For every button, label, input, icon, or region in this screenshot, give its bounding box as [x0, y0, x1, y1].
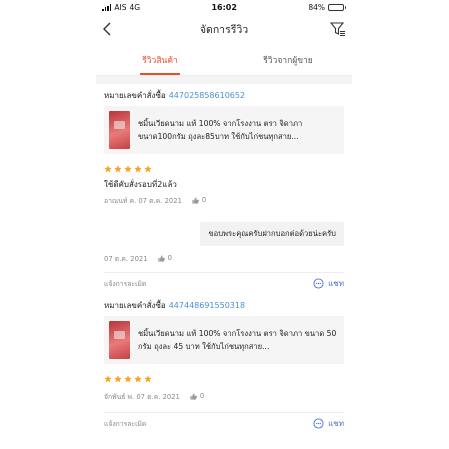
tab-seller-reviews[interactable]: รีวิวจากผู้ขาย [224, 44, 352, 75]
order-number-link[interactable]: 447448691550318 [169, 301, 245, 310]
review-date: อาณนท์ ค. 07 ต.ค. 2021 [104, 196, 182, 205]
star-icon [104, 165, 112, 173]
status-bar: AIS 4G 16:02 84% [96, 0, 352, 14]
product-thumbnail [109, 111, 130, 149]
thumbs-up-icon [190, 392, 197, 400]
product-thumbnail [109, 321, 130, 359]
review-meta: อาณนท์ ค. 07 ต.ค. 2021 0 [104, 192, 344, 208]
star-icon [104, 375, 112, 383]
order-number-link[interactable]: 447025858610652 [169, 91, 245, 100]
rating-stars [104, 154, 344, 174]
review-meta: จักพันธ์ พ. 07 ต.ค. 2021 0 [104, 388, 344, 404]
clock: 16:02 [211, 2, 237, 12]
like-count: 0 [201, 196, 207, 204]
review-card: หมายเลขคำสั่งซื้อ 447448691550318 ชมิ้นเ… [96, 294, 352, 434]
star-icon [134, 165, 142, 173]
tab-product-reviews[interactable]: รีวิวสินค้า [96, 44, 224, 75]
rating-stars [104, 364, 344, 384]
star-icon [114, 375, 122, 383]
signal-icon [102, 3, 112, 11]
chat-button[interactable]: แชท [313, 277, 344, 290]
like-button[interactable]: 0 [192, 196, 206, 204]
review-footer: แจ้งการละเมิด แชท [104, 272, 344, 294]
carrier-label: AIS [114, 2, 127, 12]
order-number-row: หมายเลขคำสั่งซื้อ 447448691550318 [104, 294, 344, 316]
report-link[interactable]: แจ้งการละเมิด [104, 278, 146, 289]
review-date: จักพันธ์ พ. 07 ต.ค. 2021 [104, 392, 180, 401]
product-name: ชมิ้นเวียดนาม แท้ 100% จากโรงงาน ตรา จิด… [138, 119, 303, 141]
review-footer: แจ้งการละเมิด แชท [104, 412, 344, 434]
review-text: ใช้ดีคับสั่งรอบที่2แล้ว [104, 180, 177, 189]
product-name: ชมิ้นเวียดนาม แท้ 100% จากโรงงาน ตรา จิด… [138, 329, 337, 351]
order-number-label: หมายเลขคำสั่งซื้อ [104, 300, 166, 310]
nav-bar: จัดการรีวิว [96, 14, 352, 44]
star-icon [114, 165, 122, 173]
order-number-label: หมายเลขคำสั่งซื้อ [104, 90, 166, 100]
star-icon [144, 165, 152, 173]
star-icon [124, 165, 132, 173]
star-icon [144, 375, 152, 383]
chat-bubble-icon [313, 418, 324, 429]
order-number-row: หมายเลขคำสั่งซื้อ 447025858610652 [104, 84, 344, 106]
battery-percent: 84% [308, 2, 325, 12]
back-chevron-icon[interactable] [100, 21, 116, 37]
reply-meta: 07 ต.ค. 2021 0 [104, 246, 344, 266]
chat-label: แชท [328, 279, 344, 288]
section-divider [96, 76, 352, 84]
chat-label: แชท [328, 419, 344, 428]
reply-like-count: 0 [167, 254, 172, 262]
review-card: หมายเลขคำสั่งซื้อ 447025858610652 ชมิ้นเ… [96, 84, 352, 294]
reply-like-button[interactable]: 0 [157, 254, 172, 262]
reply-date: 07 ต.ค. 2021 [104, 254, 148, 263]
like-button[interactable]: 0 [190, 392, 204, 400]
battery-icon [328, 3, 346, 11]
thumbs-up-icon [192, 196, 199, 204]
star-icon [134, 375, 142, 383]
network-label: 4G [129, 2, 141, 12]
like-count: 0 [199, 392, 205, 400]
filter-icon[interactable] [330, 21, 346, 37]
report-link[interactable]: แจ้งการละเมิด [104, 418, 146, 429]
seller-reply: ขอบพระคุณครับฝากบอกต่อด้วยน่ะครับ [200, 222, 344, 246]
product-item[interactable]: ชมิ้นเวียดนาม แท้ 100% จากโรงงาน ตรา จิด… [104, 106, 344, 154]
phone-screen: AIS 4G 16:02 84% จัดการรีวิว รีวิวสินค้า… [96, 0, 352, 449]
page-title: จัดการรีวิว [199, 23, 249, 36]
product-item[interactable]: ชมิ้นเวียดนาม แท้ 100% จากโรงงาน ตรา จิด… [104, 316, 344, 364]
star-icon [124, 375, 132, 383]
tab-bar: รีวิวสินค้า รีวิวจากผู้ขาย [96, 44, 352, 76]
thumbs-up-icon [157, 254, 165, 262]
chat-button[interactable]: แชท [313, 417, 344, 430]
chat-bubble-icon [313, 278, 324, 289]
